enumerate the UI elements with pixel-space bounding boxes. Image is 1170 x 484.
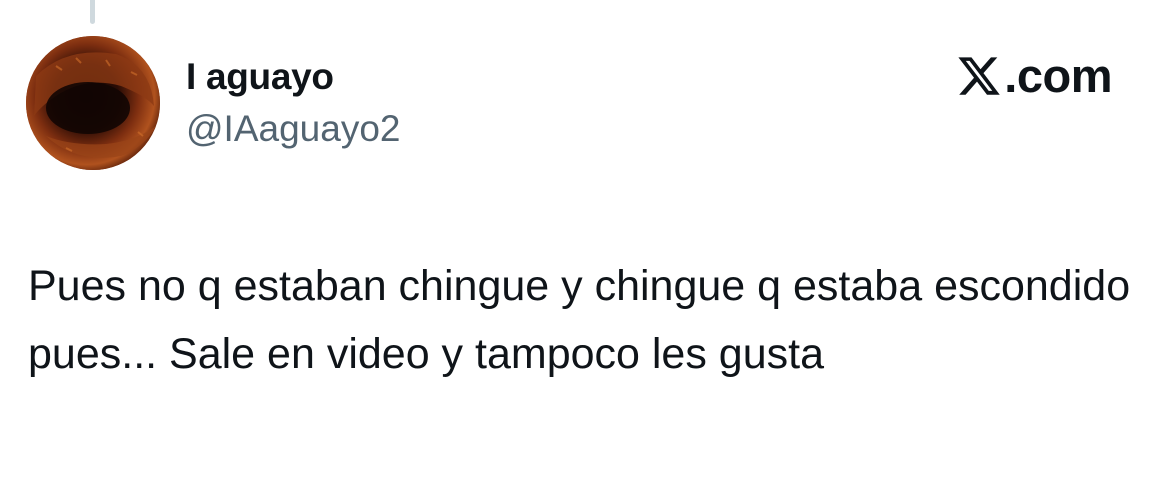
author-display-name[interactable]: I aguayo: [186, 56, 334, 98]
avatar-image: [26, 36, 160, 170]
tweet-text: Pues no q estaban chingue y chingue q es…: [28, 262, 1131, 378]
brand-logo: .com: [956, 52, 1112, 99]
author-handle[interactable]: @IAaguayo2: [186, 108, 400, 150]
x-logo-icon: [958, 56, 1001, 95]
avatar[interactable]: [26, 36, 160, 170]
brand-domain-suffix: .com: [1004, 49, 1112, 102]
thread-connector-line: [90, 0, 95, 24]
